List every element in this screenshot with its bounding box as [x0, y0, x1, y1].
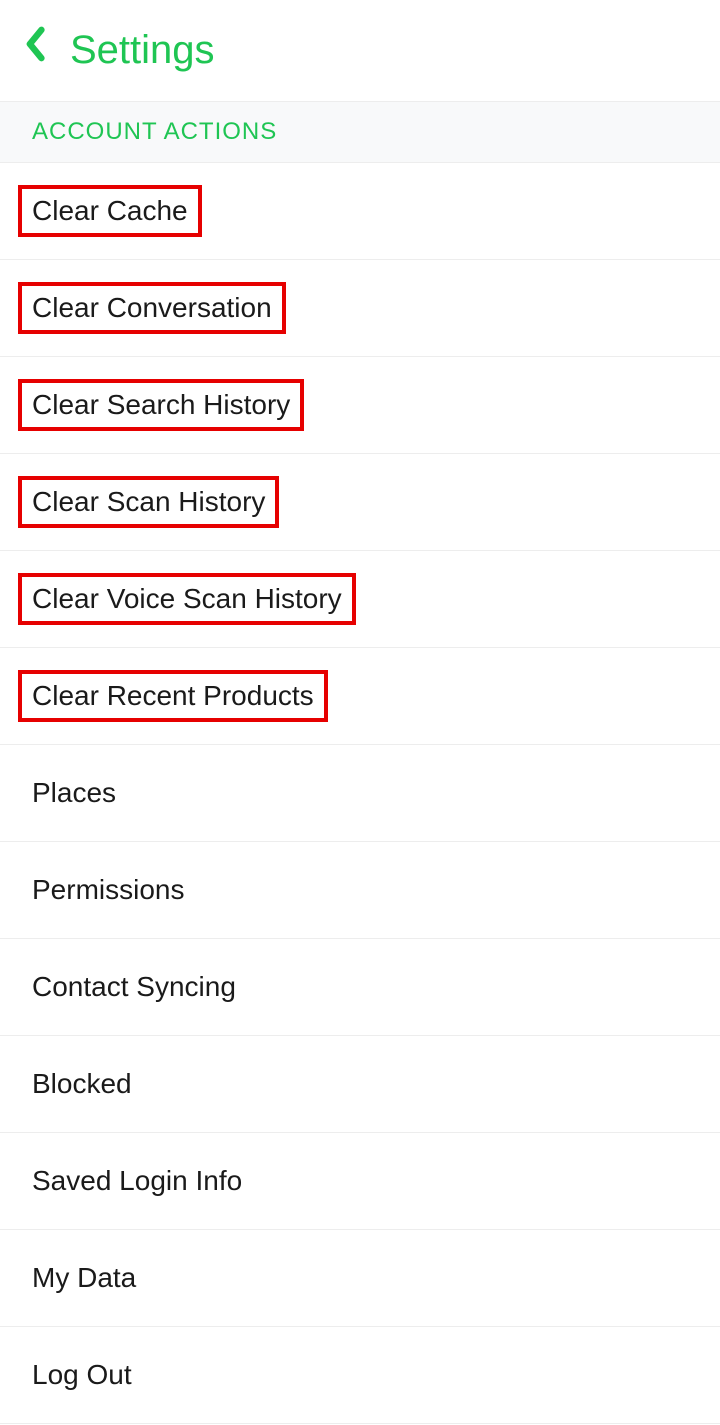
header: Settings — [0, 0, 720, 101]
settings-item-my-data[interactable]: My Data — [0, 1230, 720, 1327]
settings-item-blocked[interactable]: Blocked — [0, 1036, 720, 1133]
settings-item-label: Clear Cache — [18, 185, 202, 237]
settings-item-label: Log Out — [32, 1359, 132, 1391]
page-title: Settings — [70, 28, 215, 73]
settings-item-places[interactable]: Places — [0, 745, 720, 842]
settings-list: Clear Cache Clear Conversation Clear Searc… — [0, 162, 720, 1424]
settings-item-saved-login-info[interactable]: Saved Login Info — [0, 1133, 720, 1230]
settings-item-label: Saved Login Info — [32, 1165, 242, 1197]
settings-item-label: Places — [32, 777, 116, 809]
settings-item-clear-conversation[interactable]: Clear Conversation — [0, 260, 720, 357]
section-header: ACCOUNT ACTIONS — [0, 101, 720, 162]
settings-item-label: Clear Voice Scan History — [18, 573, 356, 625]
settings-item-label: Clear Scan History — [18, 476, 279, 528]
settings-item-clear-recent-products[interactable]: Clear Recent Products — [0, 648, 720, 745]
settings-item-label: Blocked — [32, 1068, 132, 1100]
settings-item-label: Permissions — [32, 874, 184, 906]
settings-item-label: Contact Syncing — [32, 971, 236, 1003]
settings-item-clear-cache[interactable]: Clear Cache — [0, 162, 720, 260]
settings-item-label: Clear Search History — [18, 379, 304, 431]
settings-item-label: My Data — [32, 1262, 136, 1294]
back-icon[interactable] — [24, 26, 46, 71]
settings-item-label: Clear Conversation — [18, 282, 286, 334]
settings-item-clear-search-history[interactable]: Clear Search History — [0, 357, 720, 454]
settings-item-log-out[interactable]: Log Out — [0, 1327, 720, 1424]
settings-item-label: Clear Recent Products — [18, 670, 328, 722]
settings-item-contact-syncing[interactable]: Contact Syncing — [0, 939, 720, 1036]
settings-item-permissions[interactable]: Permissions — [0, 842, 720, 939]
settings-item-clear-scan-history[interactable]: Clear Scan History — [0, 454, 720, 551]
settings-item-clear-voice-scan-history[interactable]: Clear Voice Scan History — [0, 551, 720, 648]
